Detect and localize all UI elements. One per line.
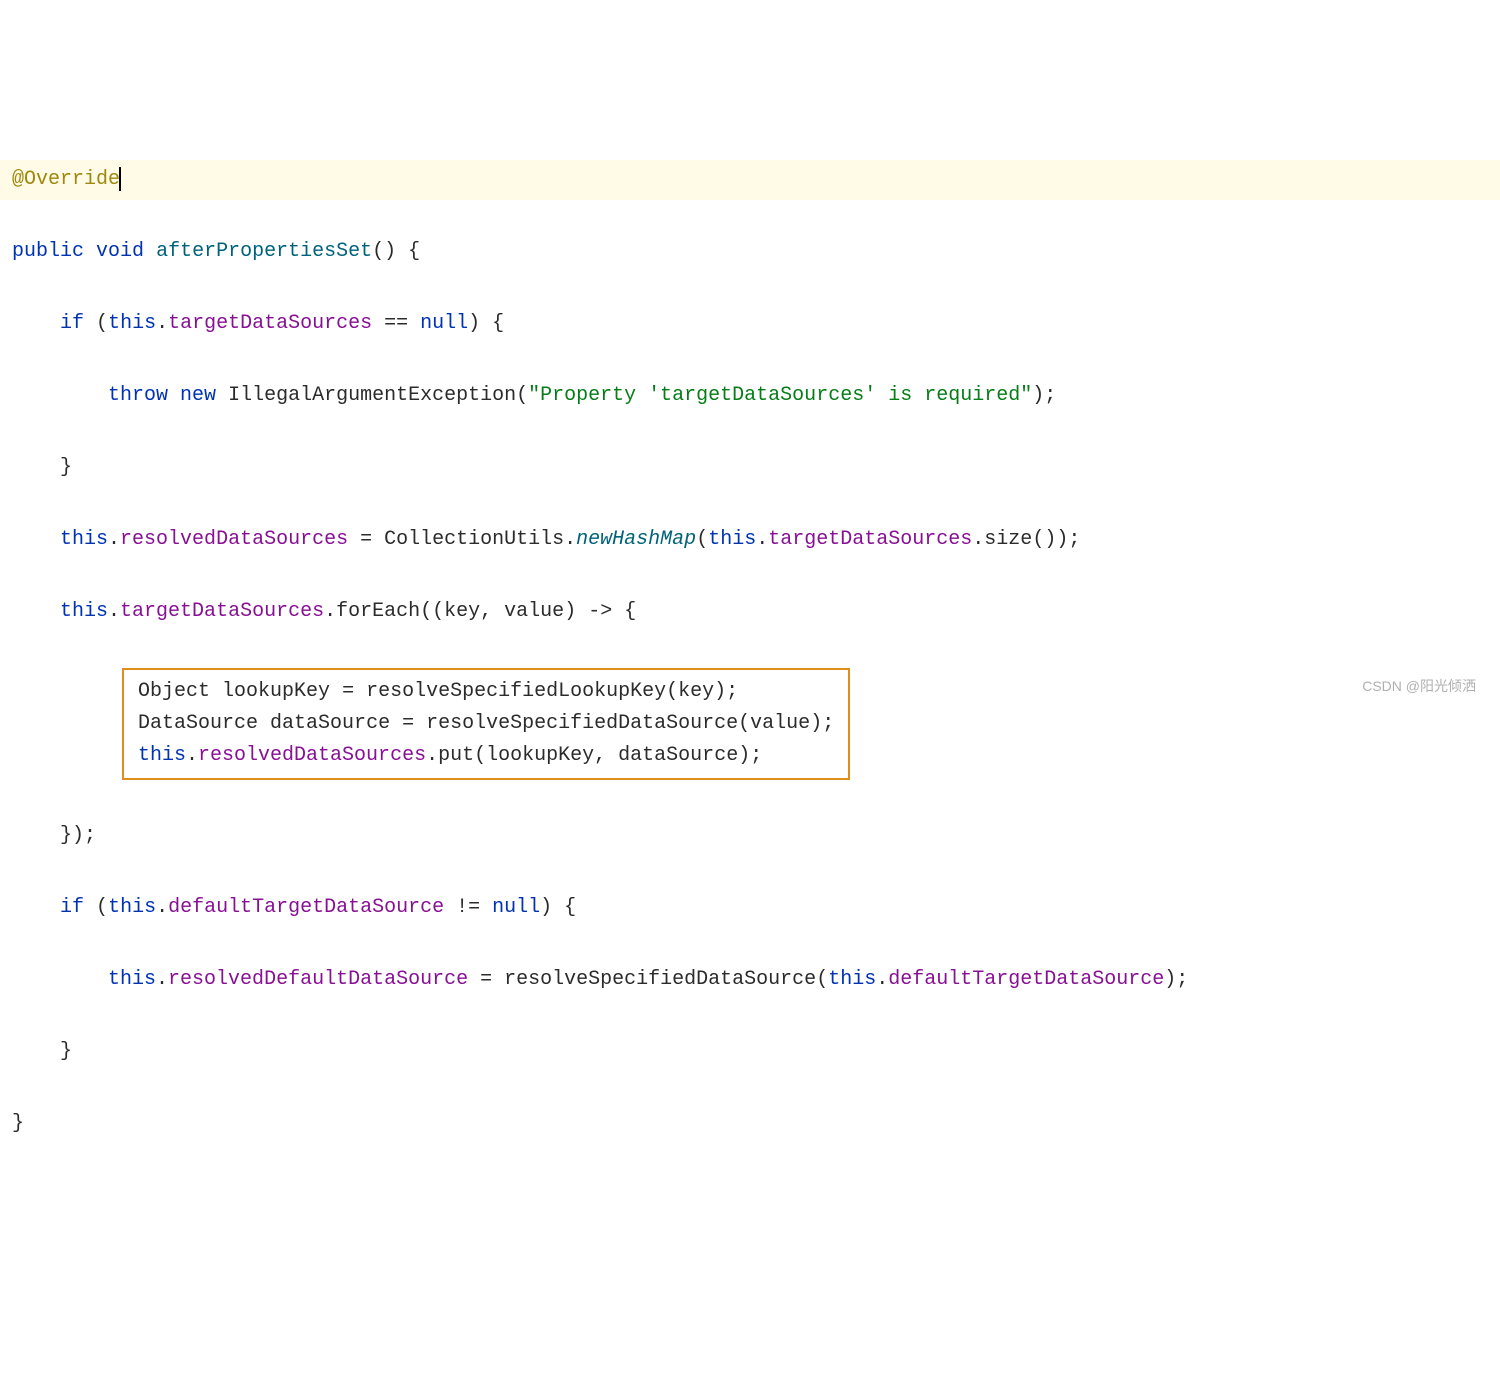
code-line: if (this.defaultTargetDataSource != null…: [0, 888, 1500, 928]
highlighted-code-box: Object lookupKey = resolveSpecifiedLooku…: [0, 664, 1500, 784]
code-line: Object lookupKey = resolveSpecifiedLooku…: [138, 680, 738, 703]
code-line: }: [0, 1032, 1500, 1072]
code-line: throw new IllegalArgumentException("Prop…: [0, 376, 1500, 416]
annotation: @Override: [12, 168, 120, 191]
code-line: this.resolvedDataSources.put(lookupKey, …: [138, 744, 762, 767]
text-cursor: [119, 167, 121, 191]
code-line: this.resolvedDataSources = CollectionUti…: [0, 520, 1500, 560]
code-line: });: [0, 816, 1500, 856]
method-declaration: afterPropertiesSet: [156, 240, 372, 263]
code-line: }: [0, 1104, 1500, 1144]
code-line: DataSource dataSource = resolveSpecified…: [138, 712, 834, 735]
code-line: }: [0, 448, 1500, 488]
code-editor[interactable]: @Override public void afterPropertiesSet…: [0, 128, 1500, 1176]
code-line: if (this.targetDataSources == null) {: [0, 304, 1500, 344]
code-line: this.targetDataSources.forEach((key, val…: [0, 592, 1500, 632]
code-line: public void afterPropertiesSet() {: [0, 232, 1500, 272]
watermark: CSDN @阳光倾洒: [1362, 675, 1476, 697]
code-line: this.resolvedDefaultDataSource = resolve…: [0, 960, 1500, 1000]
code-line: @Override: [0, 160, 1500, 200]
